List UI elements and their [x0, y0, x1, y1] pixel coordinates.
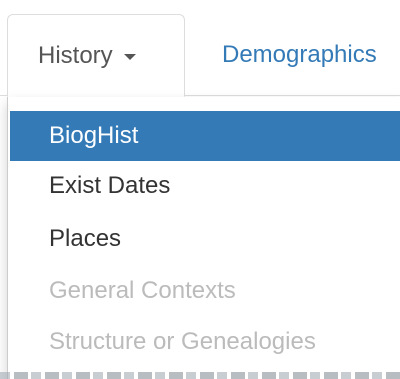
tab-history[interactable]: History	[7, 14, 185, 97]
underlying-content-strip	[0, 372, 400, 379]
menu-item-places[interactable]: Places	[8, 214, 400, 264]
menu-item-exist-dates[interactable]: Exist Dates	[8, 161, 400, 211]
menu-item-label: Structure or Genealogies	[49, 328, 316, 355]
history-dropdown-menu: BiogHist Exist Dates Places General Cont…	[7, 97, 400, 379]
tab-bar: History Demographics	[0, 0, 400, 97]
menu-item-label: Places	[49, 225, 122, 252]
menu-item-structure-or-genealogies: Structure or Genealogies	[8, 317, 400, 367]
menu-item-label: Exist Dates	[49, 172, 171, 199]
tab-demographics-label: Demographics	[222, 41, 377, 68]
caret-down-icon	[123, 54, 136, 60]
menu-item-label: BiogHist	[49, 122, 139, 149]
menu-item-general-contexts: General Contexts	[8, 266, 400, 316]
menu-item-bioghist[interactable]: BiogHist	[10, 111, 400, 161]
tab-history-label: History	[38, 41, 113, 69]
tab-demographics[interactable]: Demographics	[222, 14, 377, 96]
menu-item-label: General Contexts	[49, 277, 236, 304]
screen: History Demographics BiogHist Exist Date…	[0, 0, 400, 379]
